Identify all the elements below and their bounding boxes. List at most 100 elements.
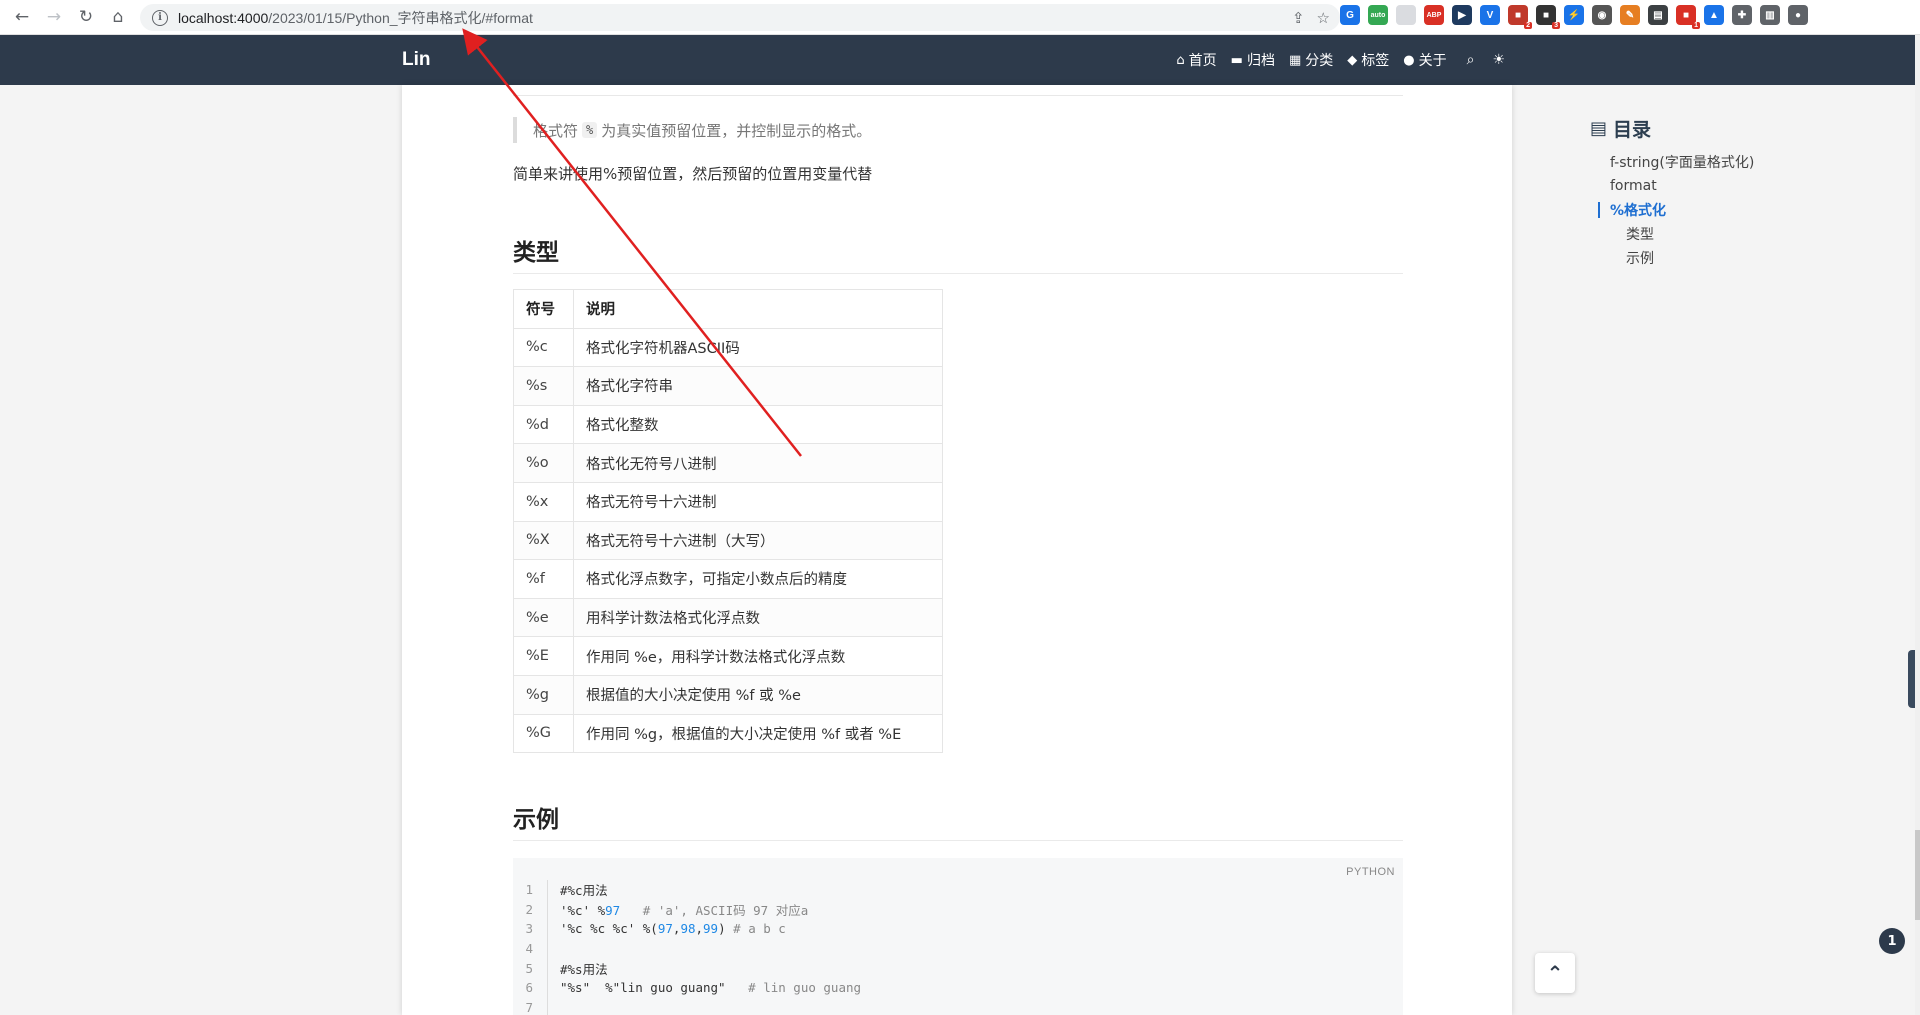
format-description-cell: 用科学计数法格式化浮点数 (573, 597, 943, 638)
format-table: 符号 说明 %c 格式化字符机器ASCII码 %s 格式化字符串 %d 格式化整数 %o 格式… (513, 289, 943, 754)
scrollbar-thumb[interactable] (1915, 830, 1920, 920)
note-extension-icon[interactable]: ✎ (1620, 5, 1640, 25)
code-line: 6 "%s" %"lin guo guang" # lin guo guang (513, 977, 861, 998)
toc-item[interactable]: f-string(字面量格式化) (1590, 150, 1754, 174)
dark-extension-icon[interactable]: ■ 3 (1536, 5, 1560, 29)
extension-badge: 2 (1524, 22, 1532, 29)
media-extension-icon[interactable]: ▶ (1452, 5, 1472, 25)
search-icon[interactable]: ⌕ (1467, 52, 1475, 68)
table-header-cell: 符号 (513, 289, 574, 329)
toc-item[interactable]: format (1590, 174, 1754, 198)
menu-item-home[interactable]: ⌂ 首页 (1176, 50, 1216, 70)
format-symbol-cell: %E (513, 636, 574, 676)
back-arrow-icon[interactable]: ← (6, 1, 38, 33)
paragraph: 简单来讲使用%预留位置，然后预留的位置用变量代替 (513, 165, 873, 183)
toc-item[interactable]: 示例 (1590, 246, 1754, 270)
code-line: 3 '%c %c %c' %(97,98,99) # a b c (513, 919, 861, 939)
format-description-cell: 格式化无符号八进制 (573, 443, 943, 483)
code-line: 5 #%s用法 (513, 958, 861, 978)
table-row: %x 格式无符号十六进制 (513, 481, 943, 522)
code-text: #%s用法 (560, 961, 608, 977)
line-number: 6 (513, 977, 548, 998)
profile-extension-icon[interactable]: ● (1788, 5, 1808, 25)
table-row: %E 作用同 %e，用科学计数法格式化浮点数 (513, 636, 943, 676)
format-symbol-cell: %d (513, 404, 574, 445)
extension-badge: 1 (1692, 22, 1700, 29)
reload-icon[interactable]: ↻ (70, 1, 102, 33)
menu-item-about[interactable]: ● 关于 (1403, 50, 1446, 70)
table-row: %X 格式无符号十六进制（大写） (513, 520, 943, 561)
line-number: 2 (513, 899, 548, 920)
toc-item[interactable]: 类型 (1590, 222, 1754, 246)
table-row: %c 格式化字符机器ASCII码 (513, 327, 943, 368)
format-description-cell: 格式无符号十六进制（大写） (573, 520, 943, 561)
vue-extension-icon[interactable]: V (1480, 5, 1500, 25)
sidepanel-extension-icon[interactable]: ▥ (1760, 5, 1780, 25)
format-symbol-cell: %G (513, 713, 574, 754)
category-icon: ▦ (1288, 52, 1302, 68)
table-row: %d 格式化整数 (513, 404, 943, 445)
red-extension-icon[interactable]: ■ 2 (1508, 5, 1532, 29)
line-number: 7 (513, 997, 548, 1015)
table-row: %e 用科学计数法格式化浮点数 (513, 597, 943, 638)
toc-title: ▤ 目录 (1590, 118, 1652, 141)
site-info-icon[interactable]: i (152, 9, 168, 26)
toc-item[interactable]: %格式化 (1590, 198, 1754, 222)
url-text[interactable]: localhost:4000/2023/01/15/Python_字符串格式化/… (178, 8, 533, 28)
line-number: 1 (513, 880, 548, 900)
format-description-cell: 格式无符号十六进制 (573, 481, 943, 522)
doc-extension-icon[interactable] (1396, 5, 1416, 25)
auto-extension-icon[interactable]: auto (1368, 5, 1388, 25)
list-icon: ▤ (1590, 118, 1608, 139)
menu-item-category[interactable]: ▦ 分类 (1289, 50, 1333, 70)
line-number: 5 (513, 958, 548, 978)
table-row: %s 格式化字符串 (513, 366, 943, 406)
heading-example: 示例 (513, 800, 1403, 841)
extension-badge: 3 (1552, 22, 1560, 29)
adblock-extension-icon[interactable]: ABP (1424, 5, 1444, 25)
translate-extension-icon[interactable]: ■ 1 (1676, 5, 1700, 29)
back-to-top-button[interactable]: ⌃ (1535, 953, 1575, 993)
code-text: #%c用法 (560, 883, 608, 899)
puzzle-extension-icon[interactable]: ✚ (1732, 5, 1752, 25)
table-header-cell: 说明 (573, 289, 943, 329)
format-symbol-cell: %g (513, 674, 574, 715)
format-description-cell: 格式化字符机器ASCII码 (573, 327, 943, 368)
code-line: 7 (513, 997, 861, 1015)
theme-toggle-icon[interactable]: ☀ (1492, 52, 1505, 68)
code-line: 2 '%c' %97 # 'a', ASCII码 97 对应a (513, 899, 861, 920)
format-symbol-cell: %s (513, 366, 574, 406)
triangle-extension-icon[interactable]: ▲ (1704, 5, 1724, 25)
table-of-contents: ▤ 目录 f-string(字面量格式化) format %格式化 类型 示例 (1590, 115, 1754, 270)
home-button-icon[interactable]: ⌂ (102, 1, 134, 33)
sync-extension-icon[interactable]: G (1340, 5, 1360, 25)
address-bar[interactable]: i localhost:4000/2023/01/15/Python_字符串格式… (140, 4, 1340, 31)
window-extension-icon[interactable]: ▤ (1648, 5, 1668, 25)
menu-item-archive[interactable]: ▬ 归档 (1231, 50, 1275, 70)
code-text: '%c %c %c' %(97,98,99) # a b c (560, 921, 786, 937)
share-icon[interactable]: ⇪ (1292, 9, 1305, 27)
user-icon: ● (1403, 52, 1415, 68)
code-text: '%c' %97 # 'a', ASCII码 97 对应a (560, 902, 809, 918)
blockquote: 格式符 % 为真实值预留位置，并控制显示的格式。 (513, 117, 871, 143)
notification-badge[interactable]: 1 (1879, 928, 1905, 954)
site-menu: ⌂ 首页 ▬ 归档 ▦ 分类 ◆ 标签 ● 关于 ⌕ ☀ (1176, 50, 1505, 70)
table-row: %G 作用同 %g，根据值的大小决定使用 %f 或者 %E (513, 713, 943, 754)
table-row: %f 格式化浮点数字，可指定小数点后的精度 (513, 559, 943, 599)
bookmark-star-icon[interactable]: ☆ (1317, 9, 1330, 27)
divider (513, 95, 1403, 96)
format-description-cell: 作用同 %g，根据值的大小决定使用 %f 或者 %E (573, 713, 943, 754)
globe-extension-icon[interactable]: ◉ (1592, 5, 1612, 25)
menu-item-tags[interactable]: ◆ 标签 (1347, 50, 1389, 70)
extensions-bar: Gauto ABP ▶ V ■ 2 ■ 3 ⚡ ◉ ✎ ▤ ■ 1 ▲ ✚ ▥ ● (1340, 5, 1808, 29)
format-description-cell: 作用同 %e，用科学计数法格式化浮点数 (573, 636, 943, 676)
bolt-extension-icon[interactable]: ⚡ (1564, 5, 1584, 25)
code-line: 4 (513, 938, 861, 959)
table-row: %g 根据值的大小决定使用 %f 或 %e (513, 674, 943, 715)
heading-types: 类型 (513, 233, 1403, 274)
format-symbol-cell: %c (513, 327, 574, 368)
code-lines: 1 #%c用法 2 '%c' %97 # 'a', ASCII码 97 对应a 3 '%c… (513, 880, 861, 1015)
format-description-cell: 格式化浮点数字，可指定小数点后的精度 (573, 559, 943, 599)
forward-arrow-icon[interactable]: → (38, 1, 70, 33)
site-brand[interactable]: Lin (402, 49, 431, 71)
